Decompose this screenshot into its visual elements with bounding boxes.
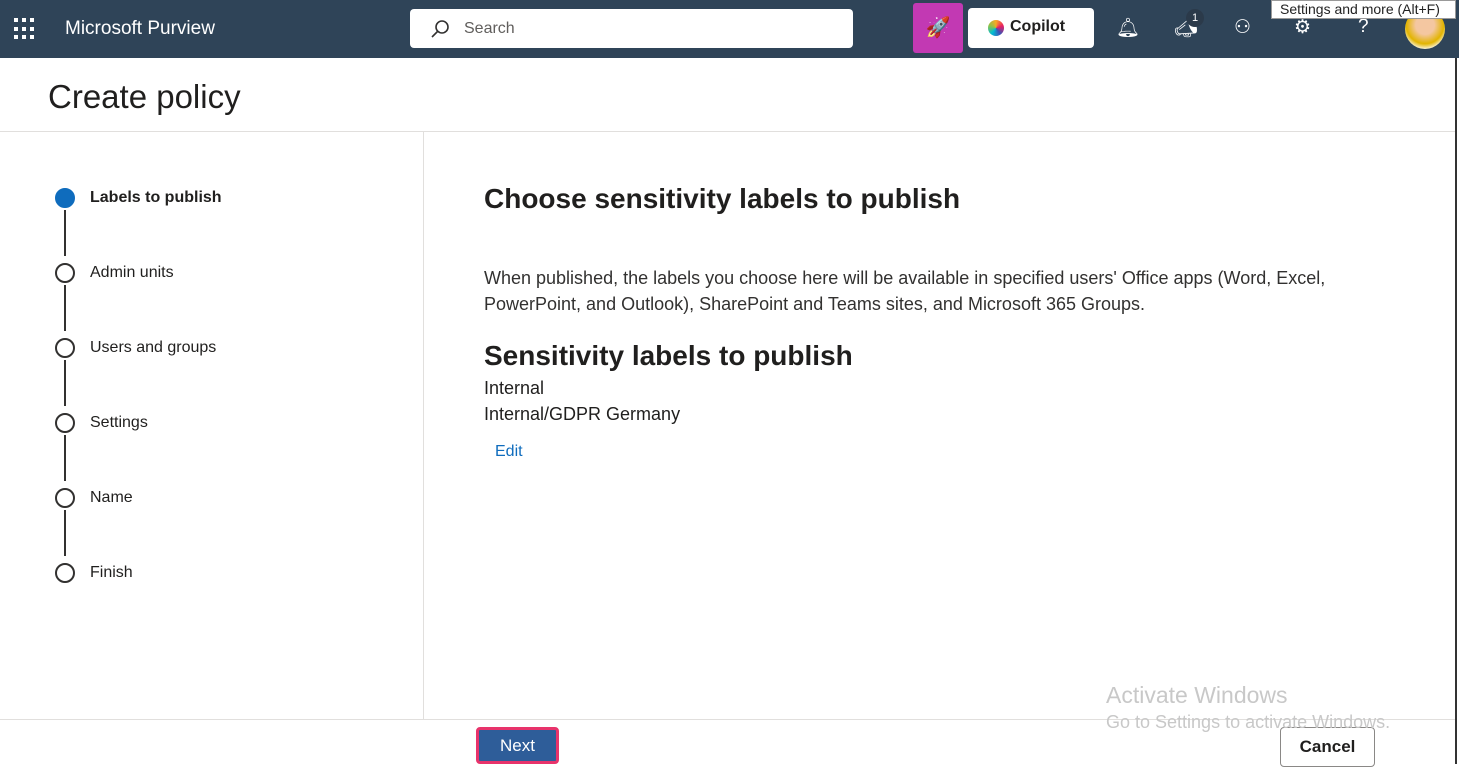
- gear-icon[interactable]: ⚙: [1294, 16, 1311, 39]
- search-input[interactable]: Search: [410, 9, 853, 48]
- label-item: Internal: [484, 378, 545, 398]
- copilot-button[interactable]: Copilot: [968, 8, 1094, 48]
- top-bar: Microsoft Purview Search 🚀 Copilot 🔔︎ 📣︎…: [0, 0, 1459, 58]
- step-pending-icon: [55, 338, 75, 358]
- step-connector: [64, 285, 66, 331]
- copilot-label: Copilot: [1010, 18, 1066, 35]
- page-title: Create policy: [48, 78, 241, 115]
- step-label: Name: [90, 489, 133, 506]
- step-label: Users and groups: [90, 339, 217, 356]
- tooltip: Settings and more (Alt+F): [1271, 0, 1456, 19]
- step-connector: [64, 210, 66, 256]
- feedback-icon[interactable]: ⚇: [1234, 16, 1251, 39]
- step-pending-icon: [55, 563, 75, 583]
- notification-badge: 1: [1186, 9, 1204, 27]
- step-connector: [64, 435, 66, 481]
- help-icon[interactable]: ?: [1358, 16, 1369, 38]
- step-label: Labels to publish: [90, 189, 222, 206]
- step-current-icon: [55, 188, 75, 208]
- step-pending-icon: [55, 413, 75, 433]
- search-placeholder: Search: [464, 20, 515, 37]
- edit-link[interactable]: Edit: [495, 443, 523, 461]
- copilot-icon: [988, 20, 1004, 36]
- description: When published, the labels you choose he…: [484, 268, 1326, 314]
- step-connector: [64, 510, 66, 556]
- step-pending-icon: [55, 488, 75, 508]
- rocket-icon[interactable]: 🚀: [913, 3, 963, 53]
- step-label: Settings: [90, 414, 148, 431]
- search-icon: [431, 20, 449, 38]
- step-pending-icon: [55, 263, 75, 283]
- divider: [0, 131, 1455, 132]
- bell-icon[interactable]: 🔔︎: [1116, 16, 1140, 40]
- scrollbar[interactable]: [1455, 58, 1457, 764]
- labels-heading: Sensitivity labels to publish: [484, 340, 853, 371]
- next-button[interactable]: Next: [476, 727, 559, 764]
- divider: [423, 132, 424, 720]
- app-launcher-icon[interactable]: [14, 18, 36, 40]
- step-label: Finish: [90, 564, 133, 581]
- step-connector: [64, 360, 66, 406]
- section-heading: Choose sensitivity labels to publish: [484, 183, 961, 214]
- app-name[interactable]: Microsoft Purview: [65, 18, 215, 40]
- cancel-button[interactable]: Cancel: [1280, 727, 1375, 767]
- watermark-text: Go to Settings to activate Windows.: [1106, 712, 1391, 732]
- step-label: Admin units: [90, 264, 174, 281]
- label-item: Internal/GDPR Germany: [484, 404, 681, 424]
- watermark-title: Activate Windows: [1106, 682, 1288, 708]
